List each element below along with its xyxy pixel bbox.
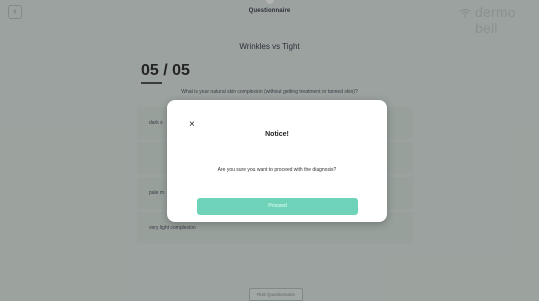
close-button[interactable]: × (189, 120, 195, 130)
proceed-button[interactable]: Proceed (197, 198, 358, 215)
close-icon: × (189, 119, 195, 130)
notice-dialog: × Notice! Are you sure you want to proce… (167, 100, 387, 222)
dialog-title: Notice! (265, 131, 289, 138)
dialog-message: Are you sure you want to proceed with th… (217, 167, 337, 173)
